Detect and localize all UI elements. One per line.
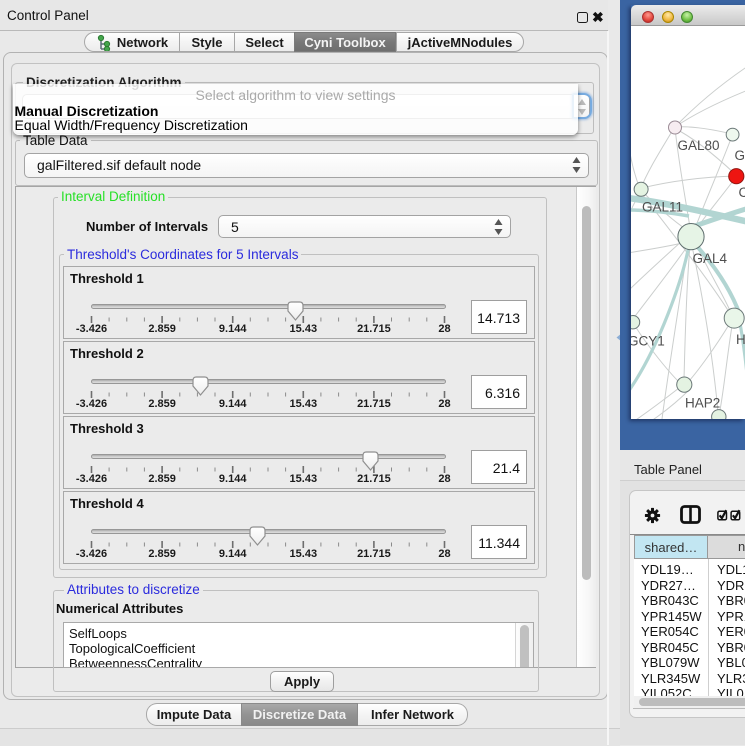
svg-text:GAL80: GAL80 (678, 138, 720, 153)
svg-text:HAP2: HAP2 (685, 396, 720, 411)
svg-text:GAL11: GAL11 (642, 200, 683, 215)
svg-text:GCY1: GCY1 (631, 334, 665, 349)
svg-text:GAL4: GAL4 (693, 251, 728, 266)
svg-text:H: H (736, 332, 745, 347)
svg-text:GA: GA (735, 148, 745, 163)
svg-text:C: C (739, 185, 745, 200)
